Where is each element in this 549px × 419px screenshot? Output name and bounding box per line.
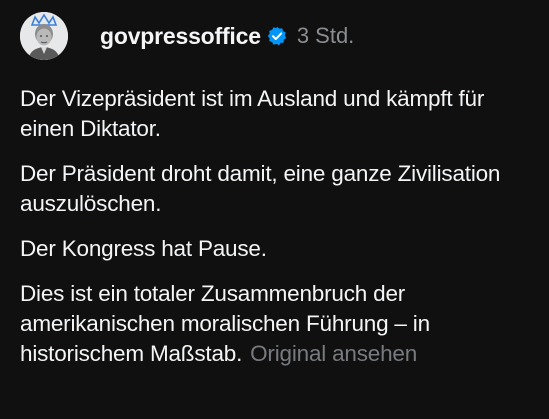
post-paragraph-3: Der Kongress hat Pause.: [20, 236, 267, 261]
username-link[interactable]: govpressoffice: [100, 23, 261, 50]
post-paragraph-1: Der Vizepräsident ist im Ausland und käm…: [20, 86, 485, 141]
post-paragraph-4-wrap: Dies ist ein totaler Zusammenbruch der a…: [20, 279, 540, 369]
post-timestamp[interactable]: 3 Std.: [297, 23, 354, 49]
threads-post: govpressoffice 3 Std. Der Vizepräsident …: [0, 0, 549, 419]
avatar-portrait-icon: [20, 12, 68, 60]
see-original-link[interactable]: Original ansehen: [250, 341, 417, 366]
post-body: Der Vizepräsident ist im Ausland und käm…: [20, 84, 540, 384]
verified-badge-icon: [267, 26, 287, 46]
post-header: govpressoffice 3 Std.: [20, 8, 354, 64]
avatar[interactable]: [20, 12, 68, 60]
post-paragraph-2: Der Präsident droht damit, eine ganze Zi…: [20, 161, 501, 216]
